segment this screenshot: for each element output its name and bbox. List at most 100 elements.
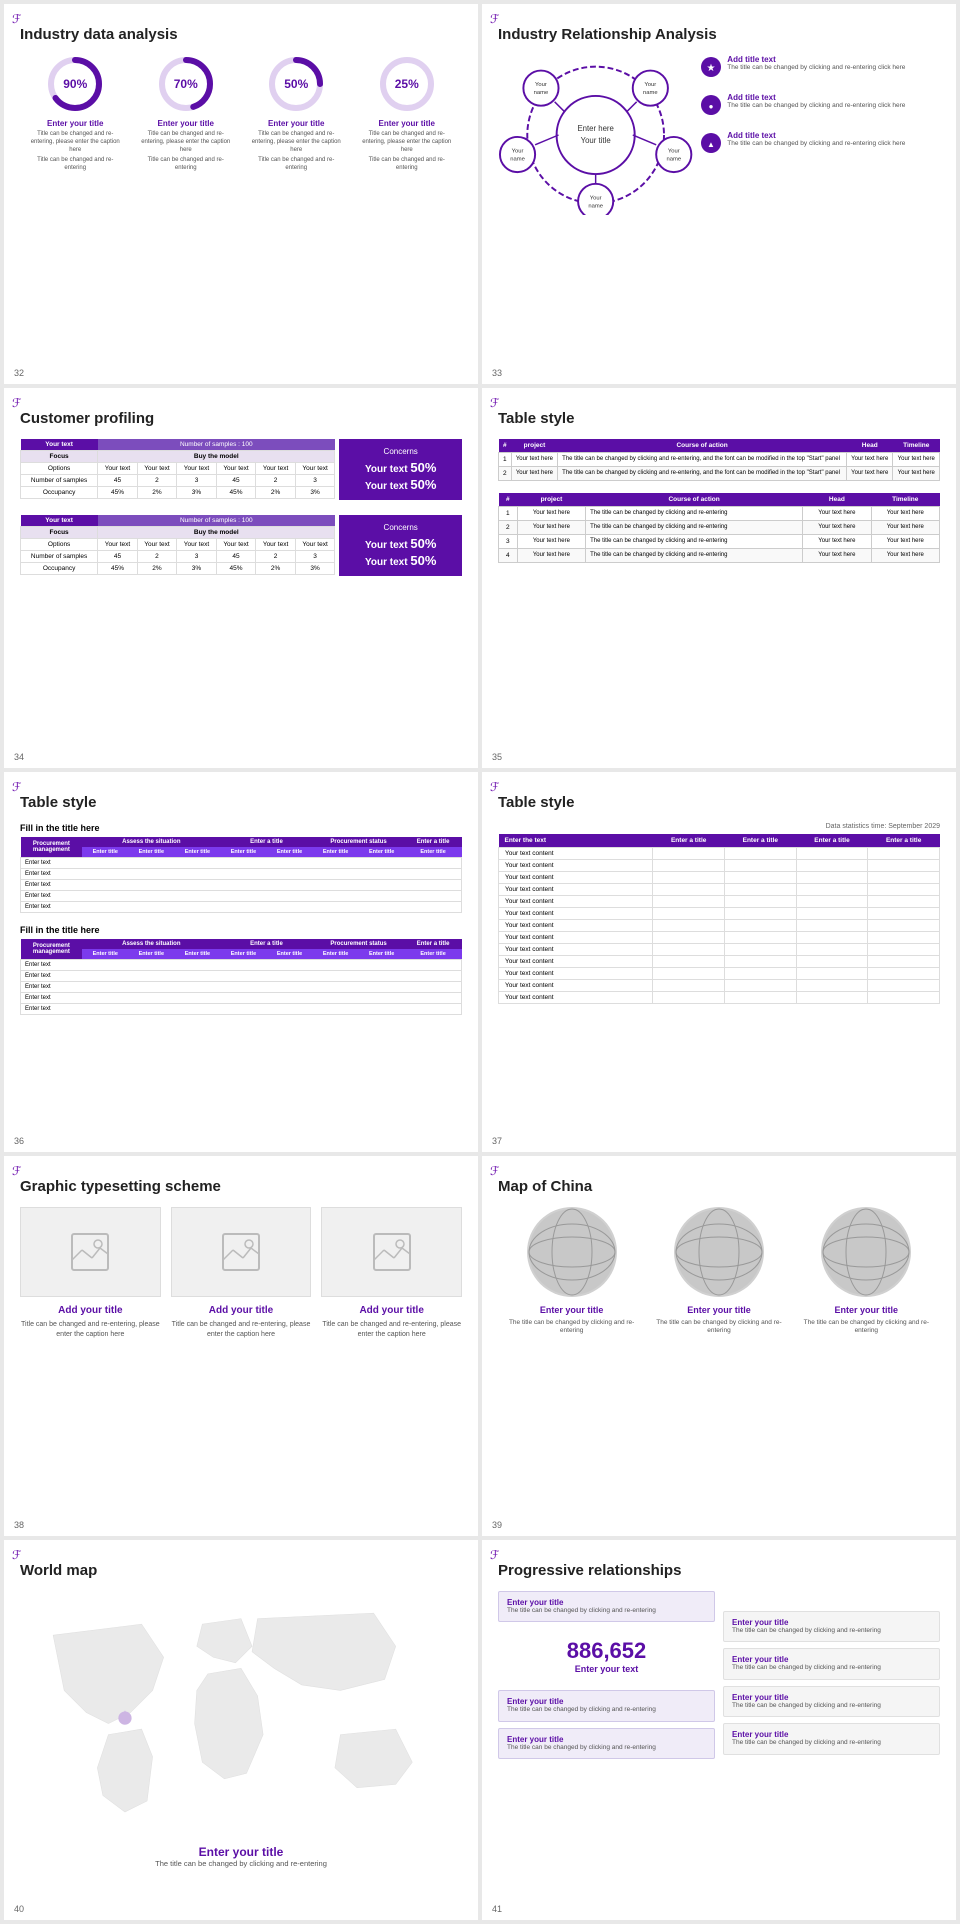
dt-td-7-1: Your text content [499,920,653,932]
slide-40: ℱ World map Enter [4,1540,478,1920]
circle-item-4: 25% Enter your title Title can be change… [358,55,455,173]
fill-title-36-1: Fill in the title here [20,823,462,833]
slide-35-icon: ℱ [490,396,499,410]
concerns-label-2: Concerns [347,523,454,532]
dt-td-8-2 [653,932,725,944]
circle-desc-2: Title can be changed and re-entering, pl… [137,131,234,154]
circle-item-1: 90% Enter your title Title can be change… [27,55,124,173]
proc-td-2-5: Enter text [21,1004,462,1015]
td-35-2-3-proj: Your text here [517,535,585,549]
globe-title-39-3: Enter your title [800,1305,933,1315]
dt-td-5-2 [653,896,725,908]
globe-desc-39-2: The title can be changed by clicking and… [653,1319,786,1336]
prog-box-right-1-title: Enter your title [732,1618,931,1627]
proc-row-1-5: Enter text [21,902,462,913]
pct-1: 90% [63,77,87,91]
td-opt-2-6: Your text [295,539,335,551]
td-ns-2-6: 3 [295,551,335,563]
td-35-2-3-time: Your text here [871,535,939,549]
dt-row-6: Your text content [499,908,940,920]
th-35-2-timeline: Timeline [871,493,939,507]
td-35-2-4-proj: Your text here [517,549,585,563]
td-35-2-4-course: The title can be changed by clicking and… [586,549,803,563]
td-35-1-2-num: 2 [499,467,512,481]
slide-34: ℱ Customer profiling Your text Number of… [4,388,478,768]
prog-box-right-3-desc: The title can be changed by clicking and… [732,1702,931,1710]
dt-td-13-3 [725,992,797,1004]
circle-desc-4: Title can be changed and re-entering, pl… [358,131,455,154]
th-sub-1-1: Enter title [82,847,128,858]
prog-box-right-3: Enter your title The title can be change… [723,1686,940,1717]
dt-td-1-5 [868,848,940,860]
customer-table-1-wrapper: Your text Number of samples : 100 Focus … [20,439,462,505]
td-ns-1-6: 3 [295,475,335,487]
td-35-2-2-head: Your text here [803,521,871,535]
customer-table-2-wrapper: Your text Number of samples : 100 Focus … [20,515,462,581]
svg-text:●: ● [709,102,714,111]
dt-td-7-3 [725,920,797,932]
dt-td-12-4 [796,980,868,992]
dt-td-8-3 [725,932,797,944]
slide-32: ℱ Industry data analysis 90% Enter your … [4,4,478,384]
dt-td-13-2 [653,992,725,1004]
td-35-1-2-proj: Your text here [511,467,557,481]
th-enter-a-2: Enter a title [220,939,312,949]
svg-text:Your: Your [644,82,656,88]
th-enter-b-2: Enter a title [405,939,462,949]
th-sub-2-4: Enter title [220,949,266,960]
svg-text:name: name [643,90,658,96]
dt-td-10-2 [653,956,725,968]
td-oc-2-5: 2% [256,563,296,575]
circle-item-3: 50% Enter your title Title can be change… [248,55,345,173]
concerns-pct-1-1: Your text 50% [347,460,454,475]
dt-td-9-1: Your text content [499,944,653,956]
table-35-2: # project Course of action Head Timeline… [498,493,940,563]
proc-td-2-1: Enter text [21,960,462,971]
slide-38: ℱ Graphic typesetting scheme Add your ti… [4,1156,478,1536]
th-focus-1: Focus [21,451,98,463]
world-map-svg [20,1591,462,1834]
slide-36-title: Table style [20,794,462,811]
dt-td-2-5 [868,860,940,872]
circle-ring-1: 90% [46,55,104,113]
card-title-38-1: Add your title [20,1305,161,1316]
proc-td-2-2: Enter text [21,971,462,982]
td-35-1-1-proj: Your text here [511,453,557,467]
th-enter-b-1: Enter a title [405,837,462,847]
dt-th-1: Enter a title [653,834,725,848]
dt-row-9: Your text content [499,944,940,956]
th-sub-1-8: Enter title [405,847,462,858]
th-35-1-project: project [511,439,557,453]
customer-table-left-2: Your text Number of samples : 100 Focus … [20,515,335,581]
dt-td-9-3 [725,944,797,956]
td-35-1-2-head: Your text here [847,467,893,481]
globe-circle-39-2 [674,1207,764,1297]
td-35-2-3-num: 3 [499,535,518,549]
td-oc-2-6: 3% [295,563,335,575]
dt-td-2-3 [725,860,797,872]
td-opt-2-2: Your text [137,539,177,551]
td-35-1-1-time: Your text here [893,453,940,467]
dt-td-6-1: Your text content [499,908,653,920]
prog-center-area: 886,652 Enter your text [498,1628,715,1684]
circle-item-2: 70% Enter your title Title can be change… [137,55,234,173]
dt-td-4-2 [653,884,725,896]
proc-row-1-4: Enter text [21,891,462,902]
prog-box-left-3-desc: The title can be changed by clicking and… [507,1744,706,1752]
td-oc-2-1: 45% [98,563,138,575]
td-35-2-3-head: Your text here [803,535,871,549]
card-title-38-3: Add your title [321,1305,462,1316]
concerns-2: Concerns Your text 50% Your text 50% [339,515,462,576]
dt-td-3-5 [868,872,940,884]
td-opt-2-1: Your text [98,539,138,551]
right-item-3: ▲ Add title text The title can be change… [701,131,940,153]
dt-td-2-1: Your text content [499,860,653,872]
td-35-1-1-head: Your text here [847,453,893,467]
concerns-pct-2-1: Your text 50% [347,536,454,551]
dt-td-7-5 [868,920,940,932]
td-35-2-2-proj: Your text here [517,521,585,535]
slide-39: ℱ Map of China Enter your title The titl… [482,1156,956,1536]
dt-td-8-5 [868,932,940,944]
th-sub-2-7: Enter title [359,949,405,960]
th-sub-2-1: Enter title [82,949,128,960]
